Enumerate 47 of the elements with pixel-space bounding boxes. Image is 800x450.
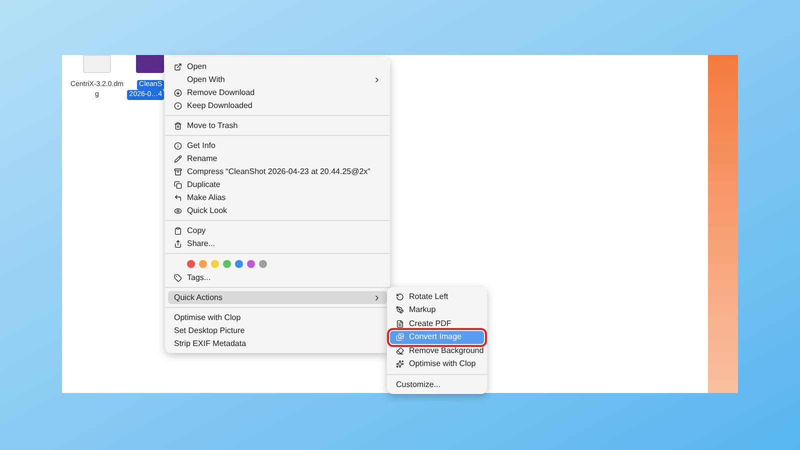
trash-icon <box>174 122 182 130</box>
info-icon <box>174 142 182 150</box>
menu-item[interactable]: Rotate Left <box>390 290 484 304</box>
menu-item[interactable]: Share... <box>168 237 387 250</box>
sparkles-icon <box>396 360 404 368</box>
dot-circle-icon <box>174 102 182 110</box>
menu-item[interactable]: Quick Look <box>168 204 387 217</box>
archive-icon <box>174 168 182 176</box>
thumbnail-icon[interactable] <box>136 55 164 73</box>
eye-icon <box>174 206 182 214</box>
menu-item[interactable]: Get Info <box>168 139 387 152</box>
markup-icon <box>396 306 404 314</box>
menu-item[interactable]: Open With <box>168 73 387 86</box>
eraser-icon <box>396 346 404 355</box>
menu-item[interactable]: Customize... <box>390 378 484 391</box>
menu-item[interactable]: Strip EXIF Metadata <box>168 337 387 350</box>
tag-icon <box>174 274 182 282</box>
menu-item[interactable]: Move to Trash <box>168 119 387 132</box>
menu-item[interactable]: Remove Download <box>168 86 387 99</box>
menu-item[interactable]: Copy <box>168 224 387 237</box>
menu-item[interactable]: Quick Actions <box>168 291 387 304</box>
menu-item[interactable]: Create PDF <box>390 317 484 330</box>
menu-item[interactable]: Compress “CleanShot 2026-04-23 at 20.44.25@2x” <box>168 165 387 178</box>
file-icon[interactable] <box>83 55 111 73</box>
menu-item[interactable]: Set Desktop Picture <box>168 324 387 337</box>
menu-item[interactable]: Tags... <box>168 271 387 284</box>
share-icon <box>174 240 182 248</box>
chevron-icon <box>373 76 381 84</box>
open-icon <box>174 62 182 70</box>
clipboard-icon <box>174 226 182 234</box>
alias-arrow-icon <box>174 194 182 202</box>
menu-item[interactable]: Remove Background <box>390 344 484 358</box>
menu-item[interactable]: Optimise with Clop <box>168 311 387 324</box>
menu-item[interactable]: Rename <box>168 152 387 165</box>
duplicate-icon <box>174 180 182 188</box>
pencil-icon <box>174 154 182 162</box>
rotate-icon <box>396 292 404 301</box>
chevron-icon <box>373 294 381 302</box>
menu-item[interactable]: Open <box>168 60 387 73</box>
menu-item[interactable]: Make Alias <box>168 191 387 204</box>
menu-item[interactable]: Keep Downloaded <box>168 99 387 112</box>
download-icon <box>174 88 182 96</box>
menu-item[interactable]: Duplicate <box>168 178 387 191</box>
images-icon <box>396 333 404 342</box>
menu-item[interactable]: Markup <box>390 304 484 317</box>
menu-item[interactable]: Optimise with Clop <box>390 358 484 371</box>
document-icon <box>396 320 404 328</box>
